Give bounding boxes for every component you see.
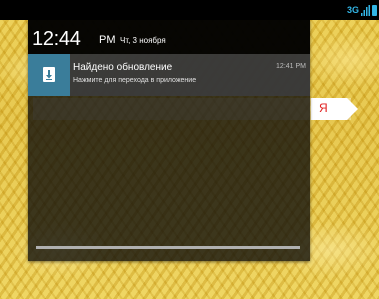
battery-icon xyxy=(372,4,377,16)
status-bar[interactable]: 3G xyxy=(0,0,379,20)
shade-header: 12:44 PM Чт, 3 ноября xyxy=(28,20,310,54)
clock-time: 12:44 xyxy=(32,28,81,50)
notification-update-found[interactable]: Найдено обновление 12:41 PM Нажмите для … xyxy=(28,54,310,96)
yandex-logo: Я xyxy=(319,101,328,115)
notification-text: Нажмите для перехода в приложение xyxy=(73,77,197,84)
notification-icon-box xyxy=(28,54,70,96)
yandex-search-button[interactable] xyxy=(311,98,358,120)
network-type-label: 3G xyxy=(346,5,359,15)
clock-ampm: PM xyxy=(99,34,116,46)
home-screen: Я 3G 12:44 PM Чт, 3 ноября Найдено обнов… xyxy=(0,0,379,299)
status-icons: 3G xyxy=(347,3,377,17)
date-label[interactable]: Чт, 3 ноября xyxy=(120,34,166,48)
signal-bars-icon xyxy=(361,4,370,16)
notification-time: 12:41 PM xyxy=(276,63,306,70)
notification-title: Найдено обновление xyxy=(73,62,173,73)
download-icon xyxy=(43,67,55,82)
shade-drag-handle[interactable] xyxy=(36,246,300,249)
notification-shade[interactable]: 12:44 PM Чт, 3 ноября Найдено обновление… xyxy=(28,20,310,261)
